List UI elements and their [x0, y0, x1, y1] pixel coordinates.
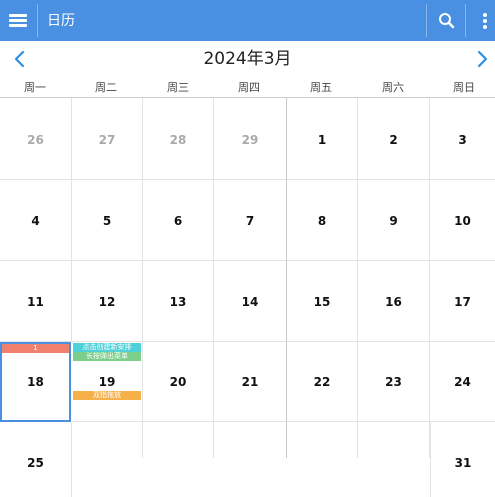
day-cell[interactable]: 9 [358, 180, 430, 261]
day-number: 11 [27, 295, 44, 309]
day-cell-empty [358, 422, 430, 458]
day-number: 15 [313, 295, 331, 309]
day-number: 7 [245, 214, 255, 228]
weekday-label: 周一 [24, 81, 46, 94]
day-cell[interactable]: 26 [0, 98, 72, 180]
event-chip[interactable]: 长按弹出菜单 [73, 352, 141, 361]
month-title: 2024年3月 [203, 49, 292, 69]
weekday-label: 周四 [238, 81, 260, 94]
day-number: 24 [454, 375, 471, 389]
day-cell[interactable]: 11 [0, 261, 72, 342]
day-number: 26 [27, 133, 44, 147]
more-vert-icon [483, 13, 487, 17]
day-cell[interactable]: 25 [0, 422, 72, 497]
day-cell[interactable]: 6 [143, 180, 214, 261]
search-button[interactable] [428, 0, 464, 41]
day-number: 20 [169, 375, 187, 389]
day-number: 22 [313, 375, 331, 389]
menu-icon-bar [9, 24, 27, 27]
day-number: 6 [173, 214, 183, 228]
day-cell[interactable]: 21 [214, 342, 287, 422]
chevron-right-icon [477, 50, 488, 68]
day-cell[interactable]: 5 [72, 180, 143, 261]
day-number: 10 [454, 214, 471, 228]
day-number: 29 [241, 133, 259, 147]
day-number: 23 [385, 375, 402, 389]
day-cell[interactable]: 22 [287, 342, 358, 422]
day-cell-today[interactable]: 1 18 [0, 342, 71, 422]
day-number: 31 [454, 456, 472, 470]
day-cell[interactable]: 10 [430, 180, 495, 261]
day-cell[interactable]: 31 [430, 422, 495, 497]
weekday-label: 周二 [95, 81, 117, 94]
day-number: 28 [169, 133, 187, 147]
app-title: 日历 [47, 13, 75, 29]
day-cell[interactable]: 14 [214, 261, 287, 342]
event-chip[interactable]: 双指拖放 [73, 391, 141, 400]
day-number: 3 [458, 133, 467, 147]
more-options-button[interactable] [467, 0, 495, 41]
day-number: 14 [241, 295, 259, 309]
menu-icon-bar [9, 19, 27, 22]
day-cell-empty [214, 422, 287, 458]
day-cell[interactable]: 27 [72, 98, 143, 180]
divider [37, 4, 38, 37]
month-header: 2024年3月 [0, 41, 495, 76]
day-number: 13 [169, 295, 187, 309]
menu-button[interactable] [0, 0, 36, 41]
weekday-label: 周三 [167, 81, 189, 94]
next-month-button[interactable] [466, 41, 495, 76]
day-number: 25 [27, 456, 44, 470]
day-cell-empty [287, 422, 358, 458]
day-number: 2 [389, 133, 398, 147]
day-number: 8 [317, 214, 327, 228]
day-number: 17 [454, 295, 471, 309]
more-vert-icon-dot [483, 25, 487, 29]
day-number: 27 [98, 133, 116, 147]
app-bar: 日历 [0, 0, 495, 41]
day-number: 4 [31, 214, 40, 228]
event-chip[interactable]: 点击创建新安排 [73, 343, 141, 352]
day-number: 9 [389, 214, 398, 228]
day-number: 19 [98, 375, 116, 389]
day-cell[interactable]: 29 [214, 98, 287, 180]
day-cell[interactable]: 12 [72, 261, 143, 342]
day-cell-empty [72, 422, 143, 458]
day-cell[interactable]: 16 [358, 261, 430, 342]
day-number: 18 [27, 375, 44, 389]
weekday-label: 周六 [382, 81, 404, 94]
day-number: 16 [385, 295, 402, 309]
day-number: 1 [317, 133, 327, 147]
divider [465, 4, 466, 37]
day-cell[interactable]: 8 [287, 180, 358, 261]
day-number: 5 [102, 214, 112, 228]
day-cell[interactable]: 24 [430, 342, 495, 422]
day-number: 12 [98, 295, 116, 309]
day-number: 21 [241, 375, 259, 389]
weekday-header: 周一 周二 周三 周四 周五 周六 周日 [0, 76, 495, 98]
day-cell[interactable]: 7 [214, 180, 287, 261]
weekday-label: 周五 [310, 81, 332, 94]
day-cell[interactable]: 1 [287, 98, 358, 180]
day-cell[interactable]: 23 [358, 342, 430, 422]
day-cell[interactable]: 4 [0, 180, 72, 261]
today-marker: 1 [2, 344, 69, 353]
divider [426, 4, 427, 37]
weekday-label: 周日 [453, 81, 475, 94]
day-cell[interactable]: 17 [430, 261, 495, 342]
day-cell[interactable]: 13 [143, 261, 214, 342]
day-cell[interactable]: 15 [287, 261, 358, 342]
day-cell[interactable]: 点击创建新安排 长按弹出菜单 19 双指拖放 [72, 342, 143, 422]
day-cell-empty [143, 422, 214, 458]
menu-icon [9, 14, 27, 17]
day-cell[interactable]: 20 [143, 342, 214, 422]
day-cell[interactable]: 3 [430, 98, 495, 180]
calendar-grid: 26 27 28 29 1 2 3 4 5 6 7 8 9 10 11 12 1… [0, 98, 495, 497]
more-vert-icon-dot [483, 19, 487, 23]
search-icon [439, 13, 455, 29]
day-cell[interactable]: 28 [143, 98, 214, 180]
day-cell[interactable]: 2 [358, 98, 430, 180]
